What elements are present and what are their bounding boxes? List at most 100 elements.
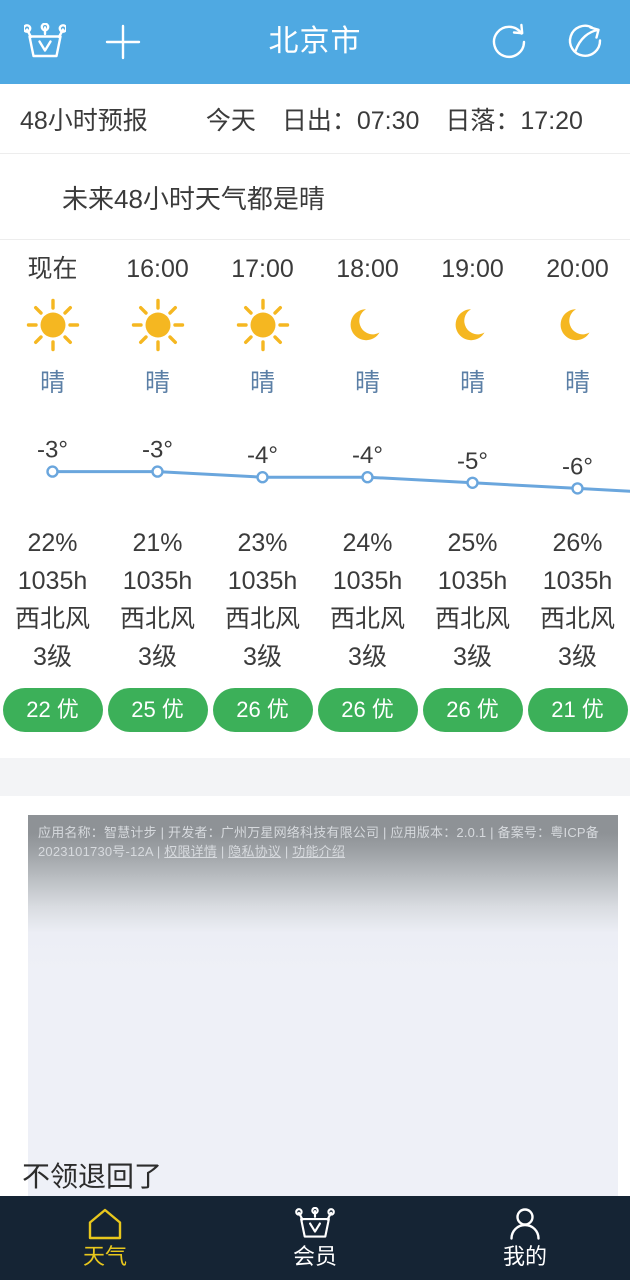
temp-point-marker — [46, 465, 59, 478]
detail-column: 25% 1035h 西北风 3级 — [420, 524, 525, 676]
status-badge[interactable]: 21 优 — [527, 688, 628, 732]
hour-condition: 晴 — [39, 369, 65, 397]
detail-column: 21% 1035h 西北风 3级 — [105, 524, 210, 676]
hour-time: 17:00 — [231, 255, 294, 283]
forecast-summary-text: 未来48小时天气都是晴 — [62, 183, 325, 214]
top-header-bar: 北京市 — [0, 0, 630, 84]
hour-time: 现在 — [27, 255, 78, 283]
temp-point-label: -5° — [457, 448, 488, 475]
detail-column: 26% 1035h 西北风 3级 — [525, 524, 630, 676]
wind-direction: 西北风 — [539, 605, 615, 633]
nav-item-weather[interactable]: 天气 — [0, 1196, 210, 1280]
nav-label-profile: 我的 — [502, 1244, 547, 1269]
wind-direction: 西北风 — [329, 605, 405, 633]
humidity-value: 21% — [132, 529, 183, 557]
plus-icon[interactable] — [92, 11, 154, 73]
nav-item-membership[interactable]: 会员 — [210, 1196, 420, 1280]
aqi-cell: 25 优 — [105, 688, 210, 732]
aqi-cell: 22 优 — [0, 688, 105, 732]
status-badge[interactable]: 26 优 — [422, 688, 523, 732]
aqi-cell: 26 优 — [210, 688, 315, 732]
status-badge[interactable]: 26 优 — [317, 688, 418, 732]
temp-point-marker — [151, 465, 164, 478]
pressure-value: 1035h — [542, 567, 613, 595]
promo-text: 不领退回了 — [22, 1161, 163, 1192]
detail-column: 22% 1035h 西北风 3级 — [0, 524, 105, 676]
features-intro-link[interactable]: 功能介绍 — [292, 844, 345, 859]
temp-chart-svg: -3° -3° -4° -4° -5° -6° — [37, 437, 630, 495]
hourly-forecast-strip[interactable]: 现在 晴 16:00 晴 17:00 晴 18:00 晴 19:00 晴 20:… — [0, 248, 630, 406]
temp-point-marker — [361, 471, 374, 484]
pressure-value: 1035h — [122, 567, 193, 595]
wind-direction: 西北风 — [224, 605, 300, 633]
permissions-link[interactable]: 权限详情 — [164, 844, 217, 859]
hour-time: 18:00 — [336, 255, 399, 283]
aqi-badge-row: 22 优 25 优 26 优 26 优 26 优 21 优 — [0, 688, 630, 732]
pressure-value: 1035h — [17, 567, 88, 595]
sunset-label: 日落：17:20 — [445, 106, 583, 135]
hour-time: 16:00 — [126, 255, 189, 283]
humidity-value: 26% — [552, 529, 603, 557]
advertisement-panel[interactable]: 应用名称：智慧计步 | 开发者：广州万星网络科技有限公司 | 应用版本：2.0.… — [28, 815, 618, 1200]
humidity-value: 25% — [447, 529, 498, 557]
moon-icon — [337, 294, 399, 356]
share-icon[interactable] — [554, 11, 616, 73]
nav-item-profile[interactable]: 我的 — [420, 1196, 630, 1280]
forecast-range-label: 48小时预报 — [20, 106, 148, 135]
hourly-column[interactable]: 17:00 晴 — [210, 248, 315, 406]
aqi-cell: 26 优 — [315, 688, 420, 732]
bottom-navigation-bar: 天气 会员 我的 — [0, 1196, 630, 1280]
header-right-actions — [478, 11, 630, 73]
section-divider-band — [0, 758, 630, 796]
hourly-detail-columns: 22% 1035h 西北风 3级 21% 1035h 西北风 3级 23% 10… — [0, 524, 630, 676]
sun-icon — [232, 294, 294, 356]
sub-header-bar: 48小时预报 今天 日出：07:30 日落：17:20 — [0, 84, 630, 154]
temp-line-path — [51, 470, 630, 493]
ad-fineprint: 应用名称：智慧计步 | 开发者：广州万星网络科技有限公司 | 应用版本：2.0.… — [28, 815, 618, 861]
hourly-column[interactable]: 19:00 晴 — [420, 248, 525, 406]
person-icon — [507, 1206, 543, 1242]
hourly-column[interactable]: 20:00 晴 — [525, 248, 630, 406]
sunrise-label: 日出：07:30 — [281, 106, 420, 135]
temperature-line-chart: -3° -3° -4° -4° -5° -6° — [0, 432, 630, 504]
aqi-cell: 21 优 — [525, 688, 630, 732]
hour-condition: 晴 — [564, 369, 590, 397]
crown-icon — [295, 1206, 335, 1242]
status-badge[interactable]: 26 优 — [212, 688, 313, 732]
moon-icon — [442, 294, 504, 356]
detail-column: 23% 1035h 西北风 3级 — [210, 524, 315, 676]
refresh-icon[interactable] — [478, 11, 540, 73]
temp-point-marker — [571, 482, 584, 495]
status-badge[interactable]: 25 优 — [107, 688, 208, 732]
hour-time: 19:00 — [441, 255, 504, 283]
temp-point-label: -4° — [247, 442, 278, 469]
wind-level: 3级 — [453, 643, 492, 671]
detail-column: 24% 1035h 西北风 3级 — [315, 524, 420, 676]
humidity-value: 22% — [27, 529, 78, 557]
ad-sep-1: | — [217, 844, 229, 859]
hour-time: 20:00 — [546, 255, 609, 283]
temp-point-labels: -3° -3° -4° -4° -5° -6° — [37, 437, 593, 481]
humidity-value: 24% — [342, 529, 393, 557]
sun-icon — [127, 294, 189, 356]
weather-app-screen: 北京市 48小时预报 今天 日出：07:30 日落：17:20 未来48小时天气… — [0, 0, 630, 1280]
temp-point-marker — [256, 471, 269, 484]
forecast-summary-row: 未来48小时天气都是晴 — [0, 155, 630, 240]
privacy-policy-link[interactable]: 隐私协议 — [228, 844, 281, 859]
temp-point-label: -6° — [562, 453, 593, 480]
wind-level: 3级 — [243, 643, 282, 671]
wind-direction: 西北风 — [434, 605, 510, 633]
temp-point-label: -4° — [352, 442, 383, 469]
status-badge[interactable]: 22 优 — [2, 688, 103, 732]
temp-point-marker — [466, 476, 479, 489]
wind-level: 3级 — [348, 643, 387, 671]
hour-condition: 晴 — [249, 369, 275, 397]
pressure-value: 1035h — [227, 567, 298, 595]
temp-point-label: -3° — [37, 437, 68, 464]
hourly-column[interactable]: 16:00 晴 — [105, 248, 210, 406]
nav-label-weather: 天气 — [82, 1244, 127, 1269]
header-left-actions — [0, 11, 154, 73]
crown-icon[interactable] — [14, 11, 76, 73]
hourly-column[interactable]: 18:00 晴 — [315, 248, 420, 406]
hourly-column[interactable]: 现在 晴 — [0, 248, 105, 406]
